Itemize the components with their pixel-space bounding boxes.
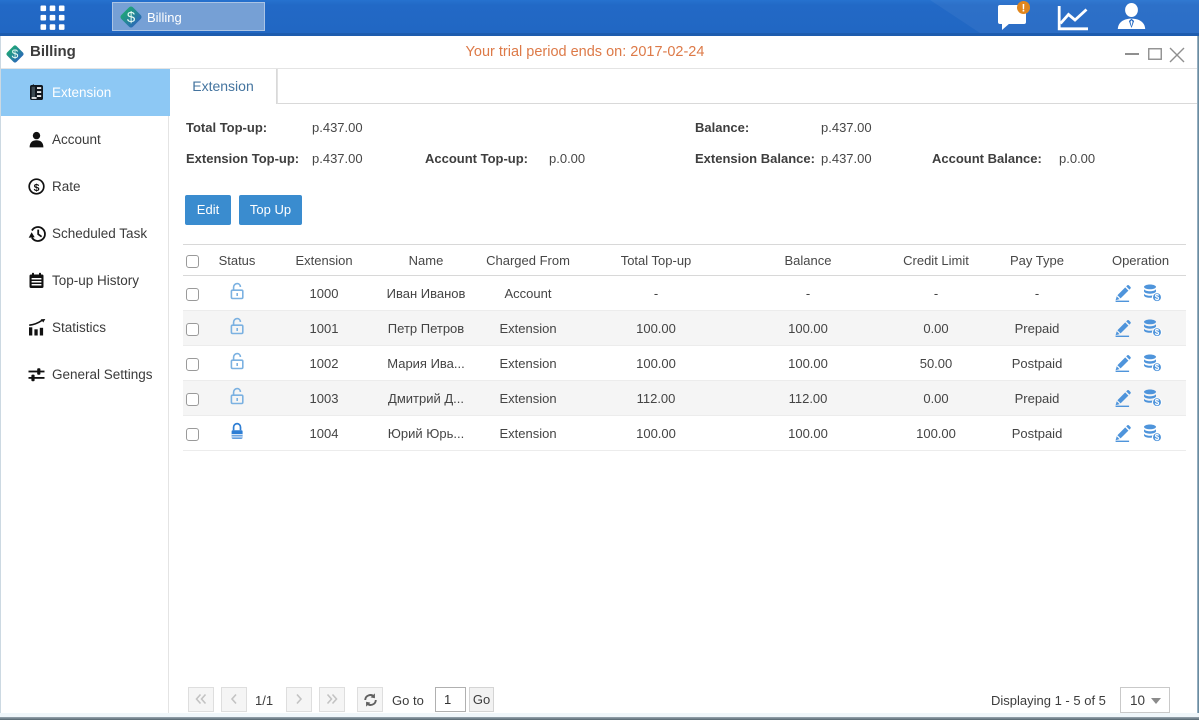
svg-text:$: $ [1154, 398, 1159, 407]
svg-text:$: $ [1154, 328, 1159, 337]
svg-text:$: $ [127, 9, 136, 26]
svg-text:$: $ [1154, 363, 1159, 372]
svg-text:$: $ [34, 182, 40, 194]
svg-text:$: $ [1154, 293, 1159, 302]
svg-text:$: $ [1154, 433, 1159, 442]
svg-text:!: ! [1022, 2, 1026, 14]
